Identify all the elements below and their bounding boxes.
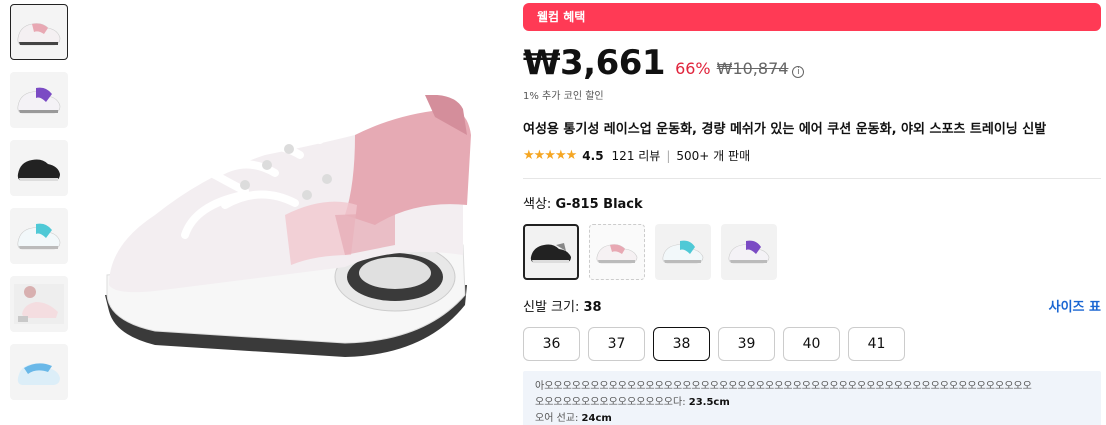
rating-row: ★★★★★ 4.5 121 리뷰 | 500+ 개 판매 xyxy=(523,147,1101,164)
note-line-2: 오오오오오오오오오오오오오오오다: 23.5cm xyxy=(535,395,1089,411)
color-option-black[interactable] xyxy=(523,224,579,280)
product-title: 여성용 통기성 레이스업 운동화, 경량 메쉬가 있는 에어 쿠션 운동화, 야… xyxy=(523,122,1047,137)
thumbnail-6[interactable] xyxy=(10,344,68,400)
color-label: 색상: G-815 Black xyxy=(523,193,1101,212)
product-info-panel: 웰컴 혜택 ₩3,661 66% ₩10,874 i 1% 추가 코인 할인 여… xyxy=(523,3,1101,425)
note-line-1: 아오오오오오오오오오오오오오오오오오오오오오오오오오오오오오오오오오오오오오오오… xyxy=(535,381,1032,392)
separator: | xyxy=(666,148,671,163)
color-option-pink[interactable] xyxy=(589,224,645,280)
size-label: 신발 크기: 38 xyxy=(523,296,602,315)
note-line-3-text: 오어 선교: xyxy=(535,413,582,424)
shoe-pink-icon xyxy=(596,244,638,264)
size-option[interactable]: 39 xyxy=(718,327,775,361)
shoe-purple-icon xyxy=(728,240,770,264)
sold-count: 500+ 개 판매 xyxy=(676,149,751,163)
shoe-blue-icon xyxy=(17,363,60,385)
main-product-image[interactable] xyxy=(95,94,485,375)
thumbnail-3[interactable] xyxy=(10,140,68,196)
shoe-cyan-icon xyxy=(17,223,61,250)
info-icon[interactable]: i xyxy=(792,66,805,78)
review-count-link[interactable]: 121 리뷰 xyxy=(612,147,661,164)
thumbnail-2[interactable] xyxy=(10,72,68,128)
shoe-black-icon xyxy=(17,159,60,181)
size-option[interactable]: 40 xyxy=(783,327,840,361)
size-option[interactable]: 37 xyxy=(588,327,645,361)
size-chart-link[interactable]: 사이즈 표 xyxy=(1049,296,1101,315)
color-option-purple[interactable] xyxy=(721,224,777,280)
color-label-text: 색상: xyxy=(523,197,556,212)
shoe-black-icon xyxy=(530,243,571,263)
note-line-3-value: 24cm xyxy=(581,413,612,424)
shoe-cyan-icon xyxy=(662,240,704,264)
note-line-2-value: 23.5cm xyxy=(688,397,730,408)
shoe-pink-icon xyxy=(17,23,61,46)
coin-discount-text: 1% 추가 코인 할인 xyxy=(523,91,604,102)
current-price: ₩3,661 xyxy=(523,43,666,83)
color-selected-value: G-815 Black xyxy=(555,197,643,212)
price-row: ₩3,661 66% ₩10,874 i xyxy=(523,43,1101,83)
size-option[interactable]: 36 xyxy=(523,327,580,361)
original-price: ₩10,874 xyxy=(716,59,789,78)
shoe-main-icon xyxy=(105,94,471,357)
divider xyxy=(523,178,1101,179)
note-line-2-text: 오오오오오오오오오오오오오오오다: xyxy=(535,397,689,408)
thumbnail-list xyxy=(10,4,70,412)
rating-value: 4.5 xyxy=(582,148,604,163)
size-note-box: 아오오오오오오오오오오오오오오오오오오오오오오오오오오오오오오오오오오오오오오오… xyxy=(523,371,1101,425)
size-label-text: 신발 크기: xyxy=(523,300,584,315)
size-options: 36 37 38 39 40 41 xyxy=(523,327,1101,361)
thumbnail-5[interactable] xyxy=(10,276,68,332)
size-option-selected[interactable]: 38 xyxy=(653,327,710,361)
discount-percent: 66% xyxy=(675,59,711,78)
welcome-banner[interactable]: 웰컴 혜택 xyxy=(523,3,1101,31)
size-option[interactable]: 41 xyxy=(848,327,905,361)
thumbnail-4[interactable] xyxy=(10,208,68,264)
star-rating-icon: ★★★★★ xyxy=(523,148,577,163)
shoe-lifestyle-icon xyxy=(14,284,64,324)
size-selected-value: 38 xyxy=(583,300,602,315)
color-swatches xyxy=(523,224,1101,280)
note-line-3: 오어 선교: 24cm xyxy=(535,411,1089,425)
color-option-cyan[interactable] xyxy=(655,224,711,280)
thumbnail-1[interactable] xyxy=(10,4,68,60)
shoe-purple-icon xyxy=(17,87,61,114)
size-header-row: 신발 크기: 38 사이즈 표 xyxy=(523,296,1101,315)
